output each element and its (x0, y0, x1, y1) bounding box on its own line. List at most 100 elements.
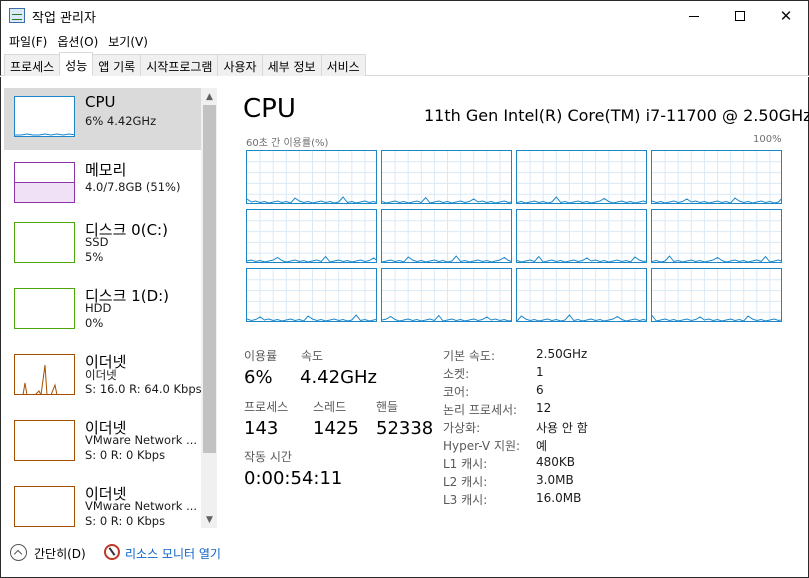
scroll-thumb[interactable] (203, 105, 216, 453)
logical-processor-graph (246, 209, 377, 263)
processor-usage-chart (247, 210, 376, 262)
sidebar-item-detail: 0% (85, 316, 104, 330)
sidebar-item-disk-1[interactable]: 디스크 1(D:) HDD 0% (4, 280, 201, 342)
uptime-value: 0:00:54:11 (244, 468, 343, 489)
utilization-label: 이용률 (244, 349, 278, 363)
sidebar-item-disk-0[interactable]: 디스크 0(C:) SSD 5% (4, 214, 201, 276)
title-bar: 작업 관리자 ✕ (0, 0, 809, 30)
menu-view[interactable]: 보기(V) (103, 30, 153, 52)
scroll-down-button[interactable]: ▼ (201, 511, 217, 528)
minimize-button[interactable] (671, 1, 717, 31)
threads-value: 1425 (313, 418, 359, 439)
speed-value: 4.42GHz (300, 367, 378, 388)
ethernet-thumbnail-line (22, 364, 58, 394)
sidebar-item-memory[interactable]: 메모리 4.0/7.8GB (51%) (4, 154, 201, 216)
processor-usage-chart (382, 151, 511, 203)
sidebar-item-ethernet-1[interactable]: 이더넷 VMware Network ... S: 0 R: 0 Kbps (4, 412, 201, 474)
l1-cache-value: 480KB (536, 455, 576, 469)
tab-processes[interactable]: 프로세스 (4, 54, 61, 76)
tab-startup[interactable]: 시작프로그램 (140, 54, 219, 76)
tab-users[interactable]: 사용자 (217, 54, 263, 76)
close-button[interactable]: ✕ (763, 1, 809, 31)
logical-processor-graph (516, 268, 647, 322)
ethernet-1-thumbnail-graph (14, 420, 75, 461)
logical-processor-graph (381, 150, 512, 204)
l2-cache-value: 3.0MB (536, 473, 574, 487)
processor-usage-chart (652, 269, 781, 321)
sidebar-item-ethernet-2[interactable]: 이더넷 VMware Network ... S: 0 R: 0 Kbps (4, 478, 201, 528)
sidebar-item-name: 메모리 (85, 161, 127, 179)
utilization-value: 6% (244, 367, 273, 388)
processor-usage-chart (517, 151, 646, 203)
sidebar-item-name: CPU (85, 93, 116, 111)
tab-details[interactable]: 세부 정보 (261, 54, 322, 76)
performance-sidebar: CPU 6% 4.42GHz 메모리 4.0/7.8GB (51%) 디스크 0… (4, 88, 217, 528)
handles-label: 핸들 (376, 400, 399, 414)
tab-app-history[interactable]: 앱 기록 (92, 54, 142, 76)
scroll-up-button[interactable]: ▲ (201, 88, 217, 105)
sockets-label: 소켓: (443, 367, 470, 381)
window-title: 작업 관리자 (32, 11, 96, 26)
processor-usage-chart (517, 210, 646, 262)
l2-cache-label: L2 캐시: (443, 475, 488, 489)
sidebar-scrollbar[interactable]: ▲ ▼ (201, 88, 217, 528)
chevron-up-icon: ▲ (206, 91, 213, 102)
tab-bar: 프로세스 성능 앱 기록 시작프로그램 사용자 세부 정보 서비스 (0, 52, 809, 76)
processor-usage-chart (247, 269, 376, 321)
logical-processors-label: 논리 프로세서: (443, 403, 518, 417)
sidebar-item-detail: VMware Network ... (85, 433, 198, 447)
sidebar-item-detail: VMware Network ... (85, 499, 198, 513)
sidebar-item-detail: HDD (85, 301, 112, 315)
cpu-model-name: 11th Gen Intel(R) Core(TM) i7-11700 @ 2.… (424, 106, 809, 125)
l1-cache-label: L1 캐시: (443, 457, 488, 471)
sidebar-item-detail: 이더넷 (85, 368, 117, 382)
sidebar-item-ethernet-0[interactable]: 이더넷 이더넷 S: 16.0 R: 64.0 Kbps (4, 346, 202, 408)
disk-1-thumbnail-graph (14, 288, 75, 329)
l3-cache-label: L3 캐시: (443, 493, 488, 507)
open-resource-monitor-link[interactable]: 리소스 모니터 열기 (125, 545, 221, 562)
menu-options[interactable]: 옵션(O) (52, 30, 103, 52)
processor-usage-chart (517, 269, 646, 321)
cpu-thumbnail-graph (14, 96, 75, 137)
hyper-v-label: Hyper-V 지원: (443, 439, 521, 453)
tab-services[interactable]: 서비스 (320, 54, 366, 76)
disk-0-thumbnail-graph (14, 222, 75, 263)
sidebar-item-detail: 5% (85, 250, 104, 264)
hyper-v-value: 예 (536, 439, 548, 453)
sockets-value: 1 (536, 365, 544, 379)
sidebar-item-cpu[interactable]: CPU 6% 4.42GHz (4, 88, 201, 150)
logical-processor-graph (651, 209, 782, 263)
ethernet-2-thumbnail-graph (14, 486, 75, 527)
close-icon: ✕ (779, 7, 793, 25)
logical-processor-graph (651, 150, 782, 204)
processor-usage-chart (382, 269, 511, 321)
cpu-thumbnail-line (15, 133, 74, 136)
logical-processor-graph (381, 268, 512, 322)
processor-usage-chart (382, 210, 511, 262)
logical-processor-graph (246, 150, 377, 204)
logical-processor-graph (516, 209, 647, 263)
task-manager-icon (9, 8, 25, 23)
base-speed-label: 기본 속도: (443, 349, 496, 363)
resource-monitor-icon (104, 544, 120, 560)
threads-label: 스레드 (313, 400, 347, 414)
speed-label: 속도 (301, 349, 324, 363)
memory-usage-fill (15, 182, 74, 202)
sidebar-item-detail: 6% 4.42GHz (85, 114, 157, 128)
fewer-details-button[interactable]: 간단히(D) (34, 545, 86, 562)
page-title: CPU (243, 94, 296, 124)
processes-label: 프로세스 (244, 400, 289, 414)
tab-performance[interactable]: 성능 (59, 52, 94, 76)
base-speed-value: 2.50GHz (536, 347, 588, 361)
l3-cache-value: 16.0MB (536, 491, 582, 505)
processor-usage-chart (247, 151, 376, 203)
sidebar-item-detail: 4.0/7.8GB (51%) (85, 180, 181, 194)
maximize-icon (735, 11, 745, 21)
sidebar-item-detail: S: 0 R: 0 Kbps (85, 448, 166, 462)
maximize-button[interactable] (717, 1, 763, 31)
processes-value: 143 (244, 418, 279, 439)
menu-file[interactable]: 파일(F) (4, 30, 52, 52)
chevron-up-circle-icon[interactable] (10, 544, 27, 561)
virtualization-value: 사용 안 함 (536, 421, 588, 435)
logical-processor-graph (246, 268, 377, 322)
